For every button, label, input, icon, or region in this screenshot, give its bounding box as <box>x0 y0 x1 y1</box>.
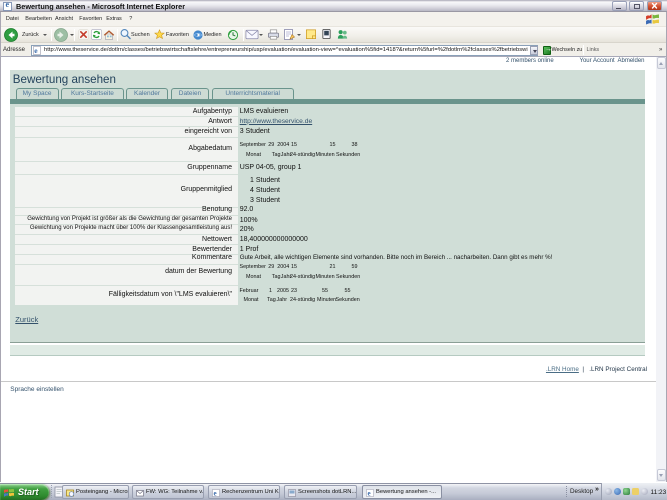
svg-text:e: e <box>213 489 216 497</box>
svg-text:e: e <box>367 489 370 497</box>
